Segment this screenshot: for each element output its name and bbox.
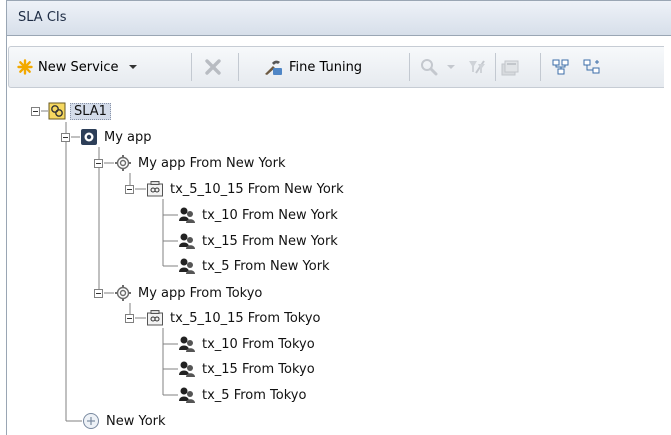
tree-node-label: tx_15 From New York (202, 233, 338, 249)
tree-node-my-app[interactable]: My app (80, 127, 154, 147)
gear-icon (115, 155, 131, 171)
transaction-icon (179, 207, 195, 223)
tree-node-tokyo-tx15[interactable]: tx_15 From Tokyo (178, 359, 317, 379)
tree-node-tokyo-tx-group[interactable]: tx_5_10_15 From Tokyo (146, 308, 323, 328)
transaction-icon (179, 361, 195, 377)
tree-node-ny-group[interactable]: My app From New York (114, 153, 288, 173)
tree-node-tokyo-group[interactable]: My app From Tokyo (114, 283, 264, 303)
tree-node-label: My app From New York (138, 155, 286, 171)
collapse-toggle[interactable] (125, 185, 134, 194)
tree-node-label: tx_5_10_15 From New York (170, 181, 344, 197)
tree-node-label: My app (104, 129, 152, 145)
collapse-toggle[interactable] (31, 107, 40, 116)
transaction-group-icon (147, 310, 163, 326)
sla-icon (48, 102, 66, 120)
tree-node-label: tx_5 From New York (202, 258, 330, 274)
tree-node-ny-tx10[interactable]: tx_10 From New York (178, 205, 340, 225)
tree-node-label: SLA1 (70, 102, 111, 120)
location-icon (83, 413, 99, 429)
gear-icon (115, 285, 131, 301)
tree-node-label: New York (106, 413, 166, 429)
transaction-icon (179, 336, 195, 352)
collapse-toggle[interactable] (61, 133, 70, 142)
tree-node-label: tx_15 From Tokyo (202, 361, 315, 377)
tree-node-ny-tx-group[interactable]: tx_5_10_15 From New York (146, 179, 346, 199)
transaction-icon (179, 233, 195, 249)
collapse-toggle[interactable] (94, 289, 103, 298)
transaction-icon (179, 258, 195, 274)
collapse-toggle[interactable] (125, 314, 134, 323)
application-icon (81, 129, 97, 145)
tree-node-sla1[interactable]: SLA1 (48, 101, 111, 121)
tree-node-tokyo-tx5[interactable]: tx_5 From Tokyo (178, 385, 308, 405)
tree-node-label: My app From Tokyo (138, 285, 263, 301)
collapse-toggle[interactable] (94, 159, 103, 168)
tree-node-label: tx_5_10_15 From Tokyo (170, 310, 321, 326)
tree-node-ny-tx5[interactable]: tx_5 From New York (178, 256, 332, 276)
transaction-group-icon (147, 181, 163, 197)
transaction-icon (179, 387, 195, 403)
tree-node-label: tx_10 From Tokyo (202, 336, 315, 352)
tree-node-location[interactable]: New York (82, 411, 168, 431)
tree-node-tokyo-tx10[interactable]: tx_10 From Tokyo (178, 334, 317, 354)
tree-node-ny-tx15[interactable]: tx_15 From New York (178, 231, 340, 251)
tree-node-label: tx_5 From Tokyo (202, 387, 307, 403)
tree-node-label: tx_10 From New York (202, 207, 338, 223)
